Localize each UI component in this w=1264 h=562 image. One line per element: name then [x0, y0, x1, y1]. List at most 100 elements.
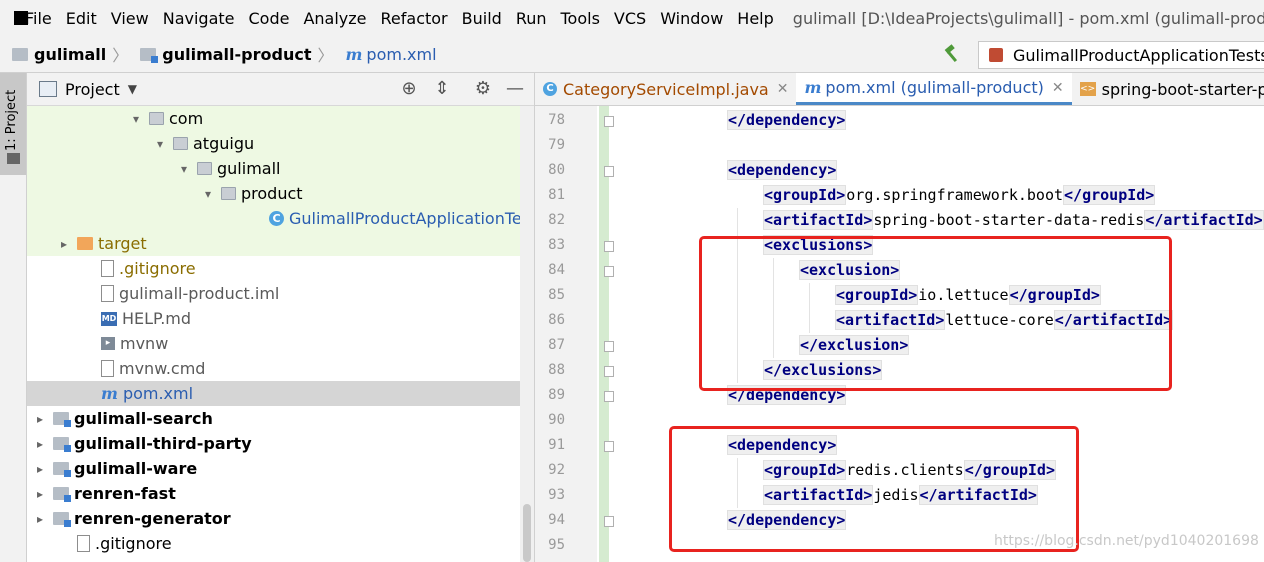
fold-marker-icon[interactable]	[604, 391, 614, 402]
tree-item-label: GulimallProductApplicationTests	[289, 209, 520, 228]
fold-marker-icon[interactable]	[604, 366, 614, 377]
project-view-selector[interactable]: Project	[65, 80, 120, 99]
parent-pom-icon: <>	[1079, 82, 1096, 96]
navigation-bar: gulimall 〉 gulimall-product 〉 m pom.xml …	[0, 36, 1264, 73]
menu-view[interactable]: View	[104, 9, 156, 28]
folder-orange-icon	[77, 237, 93, 250]
menu-window[interactable]: Window	[653, 9, 730, 28]
tree-item[interactable]: ▸ gulimall-third-party	[27, 431, 520, 456]
breadcrumb-project[interactable]: gulimall 〉	[12, 42, 128, 66]
tree-item-label: mvnw.cmd	[119, 359, 206, 378]
class-icon: C	[543, 82, 557, 96]
tree-item[interactable]: mvnw.cmd	[27, 356, 520, 381]
menu-analyze[interactable]: Analyze	[296, 9, 373, 28]
fold-marker-icon[interactable]	[604, 341, 614, 352]
tree-item[interactable]: ▾ com	[27, 106, 520, 131]
editor-tab[interactable]: m pom.xml (gulimall-product) ✕	[796, 73, 1072, 105]
hide-panel-icon[interactable]: —	[505, 79, 525, 99]
chevron-right-icon[interactable]: ▸	[33, 512, 47, 526]
tree-item[interactable]: ▾ atguigu	[27, 131, 520, 156]
menu-code[interactable]: Code	[242, 9, 297, 28]
tree-item-label: gulimall	[217, 159, 281, 178]
module-folder-icon	[53, 412, 71, 427]
run-configuration-selector[interactable]: GulimallProductApplicationTests	[978, 41, 1264, 69]
run-config-icon	[989, 48, 1003, 62]
fold-marker-icon[interactable]	[604, 516, 614, 527]
fold-marker-icon[interactable]	[604, 116, 614, 127]
fold-marker-icon[interactable]	[604, 241, 614, 252]
chevron-down-icon[interactable]: ▼	[128, 82, 137, 96]
panel-view-icon	[39, 81, 57, 97]
fold-marker-icon[interactable]	[604, 166, 614, 177]
tree-item[interactable]: ▸ renren-fast	[27, 481, 520, 506]
tree-item[interactable]: ▸ gulimall-search	[27, 406, 520, 431]
menu-run[interactable]: Run	[509, 9, 554, 28]
menu-tools[interactable]: Tools	[554, 9, 607, 28]
locate-target-icon[interactable]: ⊕	[399, 79, 419, 99]
menu-refactor[interactable]: Refactor	[374, 9, 455, 28]
gear-icon[interactable]: ⚙	[473, 79, 493, 99]
chevron-down-icon[interactable]: ▾	[177, 162, 191, 176]
tree-item[interactable]: gulimall-product.iml	[27, 281, 520, 306]
line-number: 89	[548, 387, 565, 403]
tree-item[interactable]: ▸ renren-generator	[27, 506, 520, 531]
tree-item[interactable]: ▸ mvnw	[27, 331, 520, 356]
tree-item[interactable]: ▸ target	[27, 231, 520, 256]
left-tool-strip: 1: Project	[0, 73, 27, 562]
tree-item[interactable]: MD HELP.md	[27, 306, 520, 331]
line-number: 88	[548, 362, 565, 378]
project-panel-header: Project ▼ ⊕ ⇕ ⚙ —	[27, 73, 534, 106]
breadcrumb-file[interactable]: m pom.xml	[345, 45, 436, 64]
editor-tab[interactable]: <> spring-boot-starter-parent	[1072, 73, 1264, 105]
project-panel: Project ▼ ⊕ ⇕ ⚙ — ▾ com ▾ atguigu ▾ gulimall ▾…	[27, 73, 535, 562]
script-icon: ▸	[101, 337, 115, 350]
chevron-right-icon[interactable]: ▸	[33, 437, 47, 451]
tree-item-label: mvnw	[120, 334, 169, 353]
chevron-right-icon[interactable]: ▸	[33, 412, 47, 426]
collapse-all-icon[interactable]: ⇕	[432, 79, 452, 99]
menu-build[interactable]: Build	[455, 9, 509, 28]
menu-help[interactable]: Help	[730, 9, 780, 28]
close-tab-icon[interactable]: ✕	[1052, 80, 1064, 96]
chevron-right-icon[interactable]: ▸	[57, 237, 71, 251]
chevron-down-icon[interactable]: ▾	[153, 137, 167, 151]
tree-item[interactable]: ▸ gulimall-ware	[27, 456, 520, 481]
chevron-right-icon[interactable]: ▸	[33, 487, 47, 501]
close-tab-icon[interactable]: ✕	[777, 81, 789, 97]
package-icon	[149, 112, 164, 125]
chevron-down-icon[interactable]: ▾	[129, 112, 143, 126]
editor-tab[interactable]: C CategoryServiceImpl.java ✕	[535, 73, 796, 105]
line-number: 91	[548, 437, 565, 453]
fold-marker-icon[interactable]	[604, 441, 614, 452]
tree-item[interactable]: .gitignore	[27, 256, 520, 281]
chevron-right-icon[interactable]: ▸	[33, 462, 47, 476]
line-number: 82	[548, 212, 565, 228]
build-hammer-icon[interactable]	[942, 44, 962, 64]
package-icon	[197, 162, 212, 175]
window-title: gulimall [D:\IdeaProjects\gulimall] - po…	[792, 8, 1264, 28]
tree-item[interactable]: C GulimallProductApplicationTests	[27, 206, 520, 231]
menu-vcs[interactable]: VCS	[607, 9, 653, 28]
tree-scrollbar-thumb[interactable]	[523, 504, 531, 562]
menu-edit[interactable]: Edit	[59, 9, 104, 28]
breadcrumb-label: pom.xml	[366, 44, 437, 64]
xml-tag: <groupId>	[763, 185, 847, 205]
xml-tag: <dependency>	[727, 160, 838, 180]
menu-navigate[interactable]: Navigate	[156, 9, 242, 28]
code-line[interactable]: <dependency>	[727, 158, 838, 183]
file-icon	[77, 535, 90, 552]
code-line[interactable]: <groupId>org.springframework.boot</group…	[763, 183, 1156, 208]
code-line[interactable]: <artifactId>spring-boot-starter-data-red…	[763, 208, 1264, 233]
tree-scrollbar[interactable]	[520, 106, 534, 562]
chevron-down-icon[interactable]: ▾	[201, 187, 215, 201]
fold-marker-icon[interactable]	[604, 266, 614, 277]
xml-tag: </groupId>	[1063, 185, 1156, 205]
breadcrumb-module[interactable]: gulimall-product 〉	[140, 42, 333, 66]
tree-item[interactable]: .gitignore	[27, 531, 520, 556]
tree-item[interactable]: ▾ gulimall	[27, 156, 520, 181]
project-tool-tab[interactable]: 1: Project	[0, 73, 26, 175]
tree-item-label: gulimall-product.iml	[119, 284, 280, 303]
code-line[interactable]: </dependency>	[727, 108, 847, 133]
tree-item[interactable]: m pom.xml	[27, 381, 520, 406]
tree-item[interactable]: ▾ product	[27, 181, 520, 206]
